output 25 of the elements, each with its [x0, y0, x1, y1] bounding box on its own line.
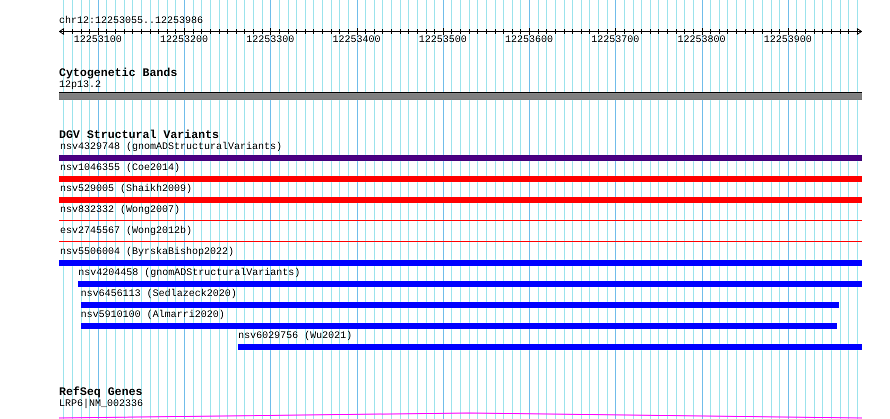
variant-label: nsv1046355 (Coe2014) [60, 163, 180, 175]
ruler-tick-label: 12253800 [678, 35, 726, 47]
ruler-tick-label: 12253100 [74, 35, 122, 47]
track-title: RefSeq Genes [59, 386, 144, 399]
ruler-tick-label: 12253400 [332, 35, 381, 47]
variant-label: nsv6029756 (Wu2021) [238, 331, 352, 343]
ruler-tick-label: 12253200 [160, 35, 208, 47]
locus-label: chr12:12253055..12253986 [59, 16, 204, 28]
ruler-tick-label: 12253300 [246, 35, 294, 47]
ruler-tick-label: 12253900 [764, 35, 812, 47]
variant-label: nsv5506004 (ByrskaBishop2022) [60, 247, 234, 259]
variant-label: nsv4329748 (gnomADStructuralVariants) [60, 142, 282, 154]
variant-label: nsv6456113 (Sedlazeck2020) [80, 289, 237, 301]
variant-label: esv2745567 (Wong2012b) [60, 226, 192, 238]
variant-label: nsv4204458 (gnomADStructuralVariants) [78, 268, 300, 280]
band-label: 12p13.2 [59, 80, 102, 92]
variant-label: nsv832332 (Wong2007) [60, 205, 180, 217]
track-title: DGV Structural Variants [59, 129, 220, 142]
ruler-tick-label: 12253500 [418, 35, 467, 47]
ruler-tick-label: 12253700 [591, 35, 640, 47]
variant-label: nsv529005 (Shaikh2009) [60, 184, 192, 196]
ruler-tick-label: 12253600 [505, 35, 554, 47]
track-title: Cytogenetic Bands [59, 67, 178, 80]
gene-label: LRP6|NM_002336 [59, 399, 144, 411]
variant-label: nsv5910100 (Almarri2020) [80, 310, 225, 322]
